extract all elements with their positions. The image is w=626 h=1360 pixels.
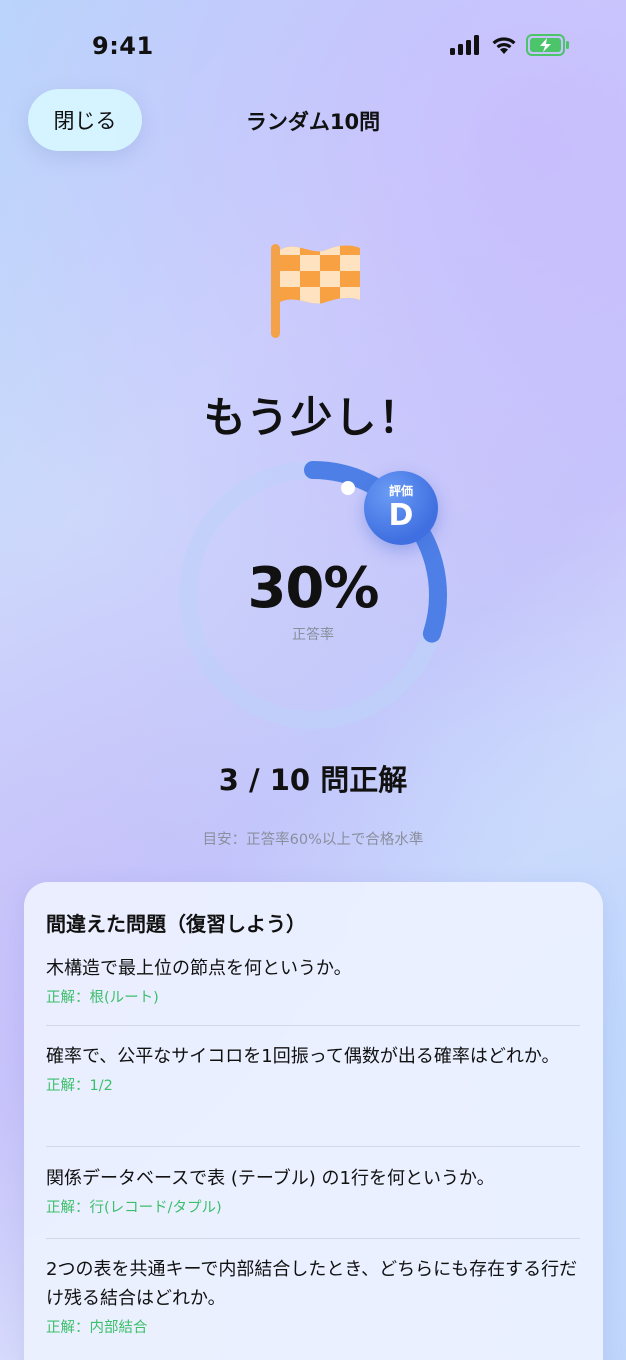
list-item[interactable]: 確率で、公平なサイコロを1回振って偶数が出る確率はどれか。 正解：1/2 (46, 1042, 580, 1096)
guide-text: 目安：正答率60%以上で合格水準 (202, 832, 424, 848)
divider (46, 1238, 580, 1239)
status-icons (450, 34, 570, 56)
status-time: 9:41 (92, 32, 154, 60)
item-question: 2つの表を共通キーで内部結合したとき、どちらにも存在する行だけ残る結合はどれか。 (46, 1259, 578, 1309)
review-card: 間違えた問題（復習しよう） 木構造で最上位の節点を何というか。 正解：根(ルート… (24, 882, 603, 1360)
divider (46, 1025, 580, 1026)
percent-value: 30% (247, 556, 379, 621)
item-answer: 正解：根(ルート) (46, 990, 159, 1006)
score-text: 3 / 10 問正解 (218, 763, 408, 797)
item-answer: 正解：1/2 (46, 1078, 113, 1094)
signal-icon (450, 35, 479, 55)
checkered-flag-icon (271, 244, 360, 338)
item-answer: 正解：内部結合 (46, 1320, 148, 1336)
grade-badge: 評価 D (364, 471, 438, 545)
divider (46, 1146, 580, 1147)
result-headline: もう少し！ (203, 393, 423, 442)
status-bar: 9:41 (0, 0, 626, 90)
item-question: 確率で、公平なサイコロを1回振って偶数が出る確率はどれか。 (46, 1046, 560, 1067)
review-title: 間違えた問題（復習しよう） (46, 912, 306, 936)
grade-value: D (388, 498, 414, 533)
battery-charging-icon (526, 34, 569, 56)
item-question: 関係データベースで表 (テーブル) の1行を何というか。 (46, 1168, 495, 1189)
progress-knob (341, 481, 355, 495)
list-item[interactable]: 2つの表を共通キーで内部結合したとき、どちらにも存在する行だけ残る結合はどれか。… (46, 1255, 580, 1338)
grade-label: 評価 (388, 484, 413, 498)
wifi-icon (492, 37, 516, 54)
item-question: 木構造で最上位の節点を何というか。 (46, 958, 352, 979)
list-item[interactable]: 関係データベースで表 (テーブル) の1行を何というか。 正解：行(レコード/タ… (46, 1164, 580, 1218)
list-item[interactable]: 木構造で最上位の節点を何というか。 正解：根(ルート) (46, 954, 580, 1008)
item-answer: 正解：行(レコード/タプル) (46, 1200, 222, 1216)
nav-title: ランダム10問 (245, 110, 381, 134)
percent-label: 正答率 (292, 627, 334, 643)
